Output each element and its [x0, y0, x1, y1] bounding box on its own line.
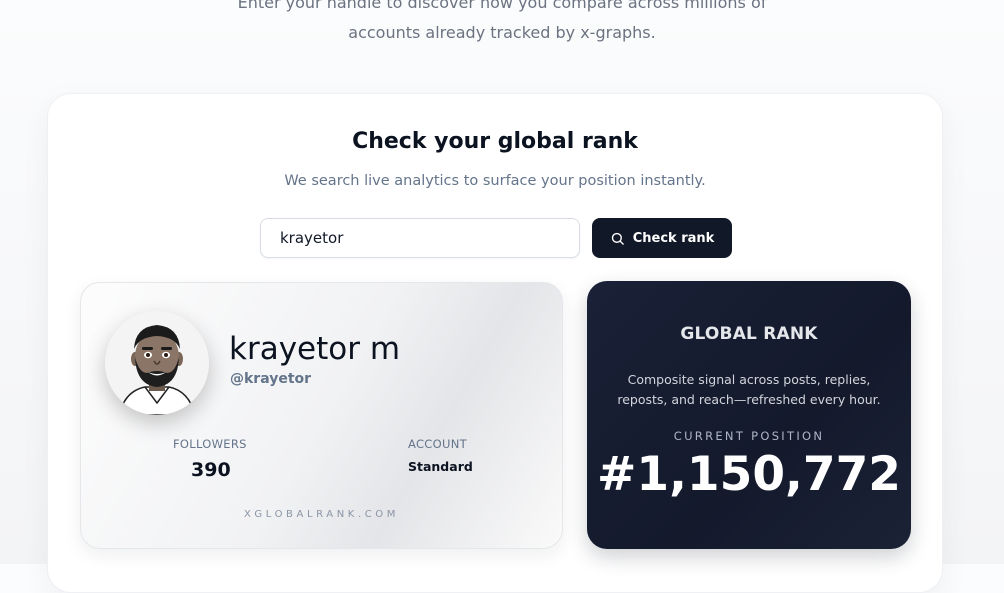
- account-value: Standard: [408, 459, 473, 474]
- account-label: ACCOUNT: [408, 437, 467, 451]
- checker-title: Check your global rank: [352, 129, 638, 154]
- hero-subtitle-line-1: Enter your handle to discover how you co…: [237, 0, 767, 12]
- rank-checker-card: Check your global rank We search live an…: [47, 93, 943, 593]
- followers-value: 390: [191, 459, 231, 481]
- check-rank-button[interactable]: Check rank: [592, 218, 732, 258]
- brand-watermark: XGLOBALRANK.COM: [243, 509, 400, 520]
- display-name: krayetor m: [229, 331, 401, 367]
- current-position-value: #1,150,772: [596, 447, 901, 502]
- hero-subtitle-line-2: accounts already tracked by x-graphs.: [348, 23, 656, 42]
- search-icon: [611, 232, 624, 245]
- check-rank-label: Check rank: [632, 230, 715, 246]
- rank-description: Composite signal across posts, replies, …: [617, 372, 881, 407]
- rank-title: GLOBAL RANK: [680, 324, 818, 344]
- followers-label: FOLLOWERS: [173, 437, 247, 451]
- profile-handle: @krayetor: [230, 371, 312, 387]
- avatar: [105, 311, 209, 415]
- profile-card: krayetor m @krayetor FOLLOWERS 390 ACCOU…: [80, 282, 563, 549]
- checker-subtitle: We search live analytics to surface your…: [284, 173, 706, 189]
- current-position-label: CURRENT POSITION: [673, 429, 825, 443]
- hero-subtitle: Enter your handle to discover how you co…: [0, 0, 1004, 48]
- handle-input[interactable]: [260, 218, 580, 258]
- global-rank-card: GLOBAL RANK Composite signal across post…: [587, 281, 911, 549]
